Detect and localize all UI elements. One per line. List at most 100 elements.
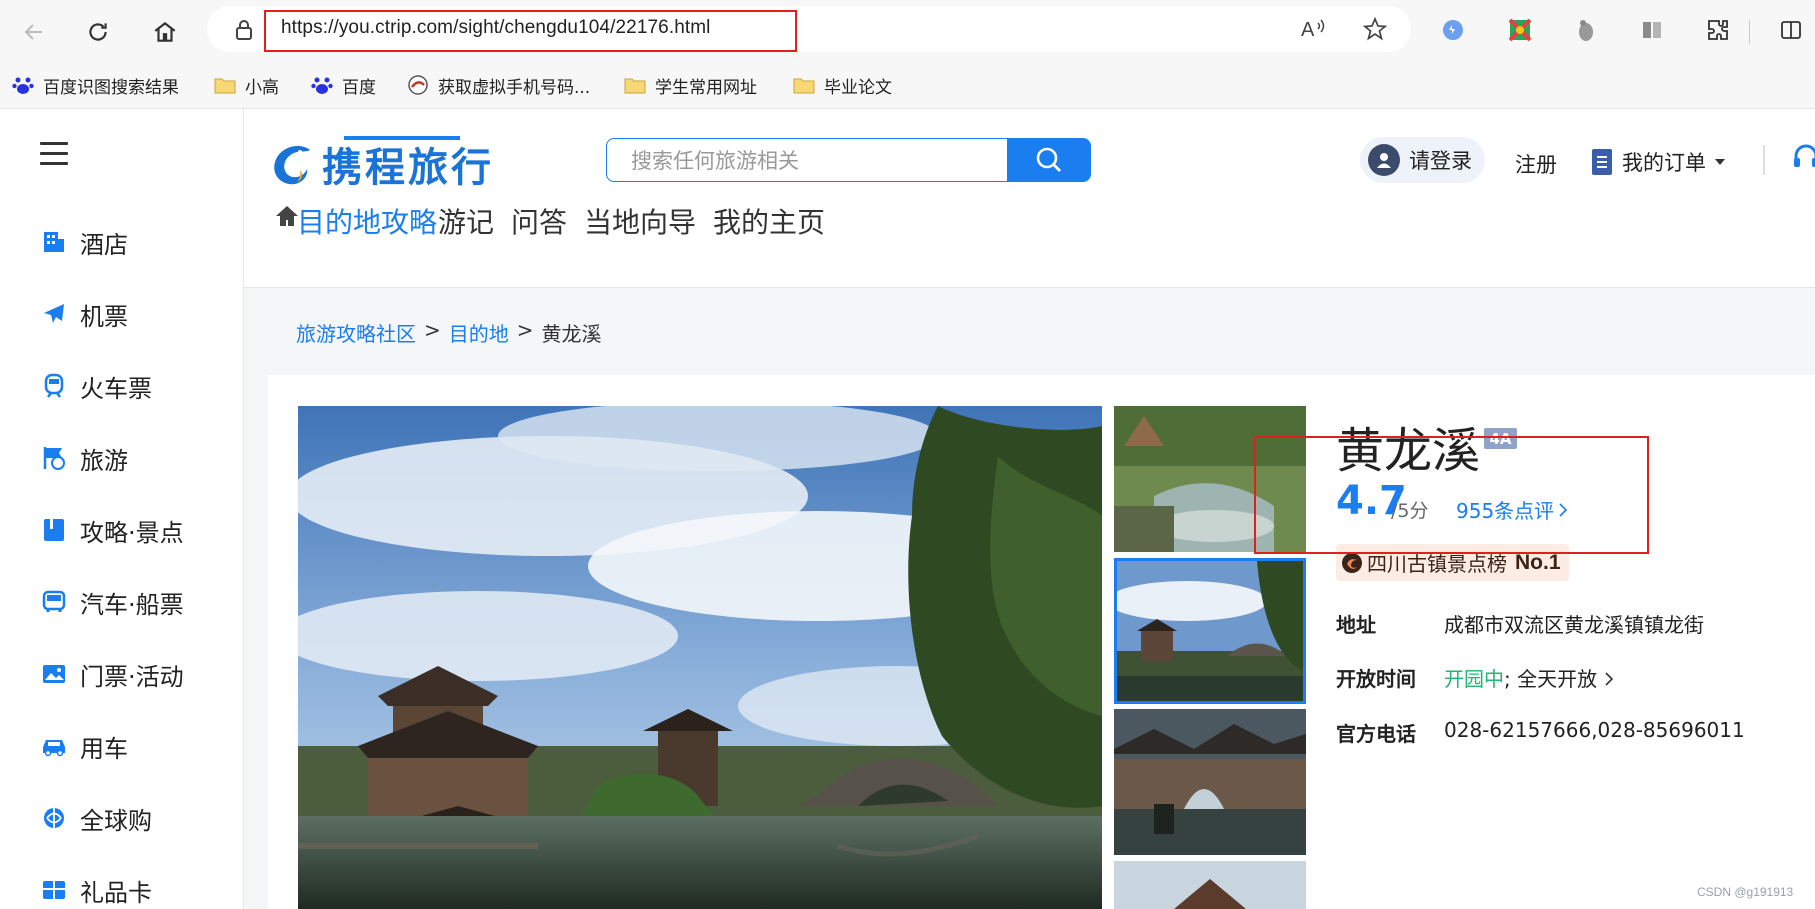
orders-label: 我的订单 <box>1622 151 1706 175</box>
toolbar-divider <box>1749 20 1750 44</box>
sidebar-item-hotel[interactable]: 酒店 <box>40 224 128 260</box>
sidebar-item-label: 汽车·船票 <box>80 590 184 619</box>
sidebar-item-guide[interactable]: 攻略·景点 <box>40 512 184 548</box>
global-shop-icon <box>40 804 68 832</box>
extensions-puzzle-icon[interactable] <box>1702 14 1734 46</box>
lock-icon <box>236 20 252 40</box>
main-sight-photo[interactable] <box>298 406 1102 909</box>
open-status: 开园中 <box>1444 667 1504 691</box>
baidu-paw-icon <box>12 77 34 94</box>
sidebar-item-car[interactable]: 用车 <box>40 728 128 764</box>
search-icon <box>1036 147 1061 172</box>
order-document-icon <box>1592 149 1612 175</box>
tab-local-guide[interactable]: 当地向导 <box>584 201 696 251</box>
thumbnail-2-selected[interactable] <box>1114 558 1306 704</box>
login-button[interactable]: 请登录 <box>1360 137 1485 183</box>
sidebar-item-global-shop[interactable]: 全球购 <box>40 800 152 836</box>
bookmark-label: 小高 <box>245 77 279 98</box>
sidebar-item-flight[interactable]: 机票 <box>40 296 128 332</box>
user-avatar-icon <box>1368 144 1400 176</box>
reading-list-icon[interactable] <box>1636 14 1668 46</box>
phone-label: 官方电话 <box>1336 722 1416 746</box>
url-highlight-box <box>264 10 797 52</box>
ctrip-rank-logo-icon <box>1342 552 1362 573</box>
ctrip-logo[interactable]: 携程旅行 <box>270 135 494 193</box>
bookmark-thesis[interactable]: 毕业论文 <box>793 72 892 98</box>
folder-icon <box>214 78 236 94</box>
hours-detail: 全天开放 <box>1517 667 1598 691</box>
svg-text:A: A <box>1301 19 1315 40</box>
ancient-town-bridge-photo <box>298 406 1102 909</box>
folder-icon <box>624 78 646 94</box>
back-button[interactable] <box>14 12 54 52</box>
ranking-number: No.1 <box>1515 550 1561 574</box>
search-box[interactable] <box>606 138 1008 182</box>
thumbnail-3[interactable] <box>1114 709 1306 855</box>
bookmark-label: 百度 <box>342 77 376 98</box>
home-button[interactable] <box>145 12 185 52</box>
tab-my-homepage[interactable]: 我的主页 <box>713 201 825 251</box>
browser-toolbar: https://you.ctrip.com/sight/chengdu104/2… <box>0 0 1815 64</box>
breadcrumb-community[interactable]: 旅游攻略社区 <box>296 318 416 347</box>
house-icon <box>154 21 176 42</box>
bookmark-label: 毕业论文 <box>824 77 892 98</box>
bookmark-virtual-phone[interactable]: 获取虚拟手机号码... <box>407 72 590 98</box>
train-icon <box>40 372 68 400</box>
sidebar-item-label: 机票 <box>80 302 128 331</box>
dolphin-logo-icon <box>274 146 310 185</box>
hours-label: 开放时间 <box>1336 667 1416 691</box>
sidebar-item-label: 火车票 <box>80 374 152 403</box>
arrow-left-icon <box>24 24 42 40</box>
breadcrumb-destination[interactable]: 目的地 <box>449 318 509 347</box>
gift-card-icon <box>40 876 68 904</box>
customer-service-headset-icon[interactable] <box>1791 141 1815 175</box>
breadcrumb-current: 黄龙溪 <box>541 322 602 346</box>
logo-text: 携程旅行 <box>322 144 494 191</box>
search-button[interactable] <box>1007 138 1091 182</box>
favorite-star-icon[interactable] <box>1363 17 1387 41</box>
site-header: 携程旅行 请登录 注册 我的订单 目的地攻略 游记 问答 当地向导 我的主页 <box>244 109 1815 288</box>
bookmark-label: 获取虚拟手机号码... <box>438 77 591 98</box>
my-orders-dropdown[interactable]: 我的订单 <box>1592 147 1726 177</box>
search-input[interactable] <box>629 147 993 175</box>
bookmark-baidu[interactable]: 百度 <box>311 72 376 98</box>
bookmark-xiaogao[interactable]: 小高 <box>214 72 279 98</box>
bookmark-student-sites[interactable]: 学生常用网址 <box>624 72 757 98</box>
extension-blue-icon[interactable] <box>1437 14 1469 46</box>
sidebar-item-label: 礼品卡 <box>80 878 152 907</box>
breadcrumb-separator: > <box>424 318 441 342</box>
register-link[interactable]: 注册 <box>1515 149 1557 179</box>
menu-icon[interactable] <box>40 142 68 172</box>
bus-icon <box>40 588 68 616</box>
sidebar-item-label: 酒店 <box>80 230 128 259</box>
tab-qa[interactable]: 问答 <box>511 201 567 251</box>
tab-travelogue[interactable]: 游记 <box>438 201 494 251</box>
read-aloud-icon[interactable]: A <box>1301 18 1327 40</box>
sidebar-item-tickets[interactable]: 门票·活动 <box>40 656 184 692</box>
sidebar-item-train[interactable]: 火车票 <box>40 368 152 404</box>
bookmark-baidu-image-search[interactable]: 百度识图搜索结果 <box>12 72 179 98</box>
phone-value: 028-62157666,028-85696011 <box>1444 718 1745 742</box>
address-label: 地址 <box>1336 613 1376 637</box>
extension-colorful-icon[interactable] <box>1504 14 1536 46</box>
extension-mouse-icon[interactable] <box>1570 14 1602 46</box>
reload-button[interactable] <box>78 12 118 52</box>
sidebar-item-gift-card[interactable]: 礼品卡 <box>40 872 152 908</box>
travel-icon <box>40 444 68 472</box>
sidebar-item-bus[interactable]: 汽车·船票 <box>40 584 184 620</box>
thumbnail-4[interactable] <box>1114 861 1306 909</box>
bookmarks-bar: 百度识图搜索结果 小高 百度 获取虚拟手机号码... 学生常用网址 毕业论文 <box>0 64 1815 109</box>
caret-down-icon <box>1715 159 1725 165</box>
tab-destination-guide[interactable]: 目的地攻略 <box>297 201 437 251</box>
split-screen-icon[interactable] <box>1775 14 1807 46</box>
sidebar-item-travel[interactable]: 旅游 <box>40 440 128 476</box>
sidebar-item-label: 攻略·景点 <box>80 518 184 547</box>
breadcrumb-separator: > <box>516 318 534 342</box>
reload-icon <box>89 23 107 41</box>
ticket-image-icon <box>40 660 68 688</box>
active-tab-indicator <box>344 136 460 140</box>
sidebar-item-label: 旅游 <box>80 446 128 475</box>
sidebar-item-label: 用车 <box>80 734 128 763</box>
sidebar-item-label: 全球购 <box>80 806 152 835</box>
hours-value[interactable]: 开园中; 全天开放 <box>1444 663 1614 692</box>
